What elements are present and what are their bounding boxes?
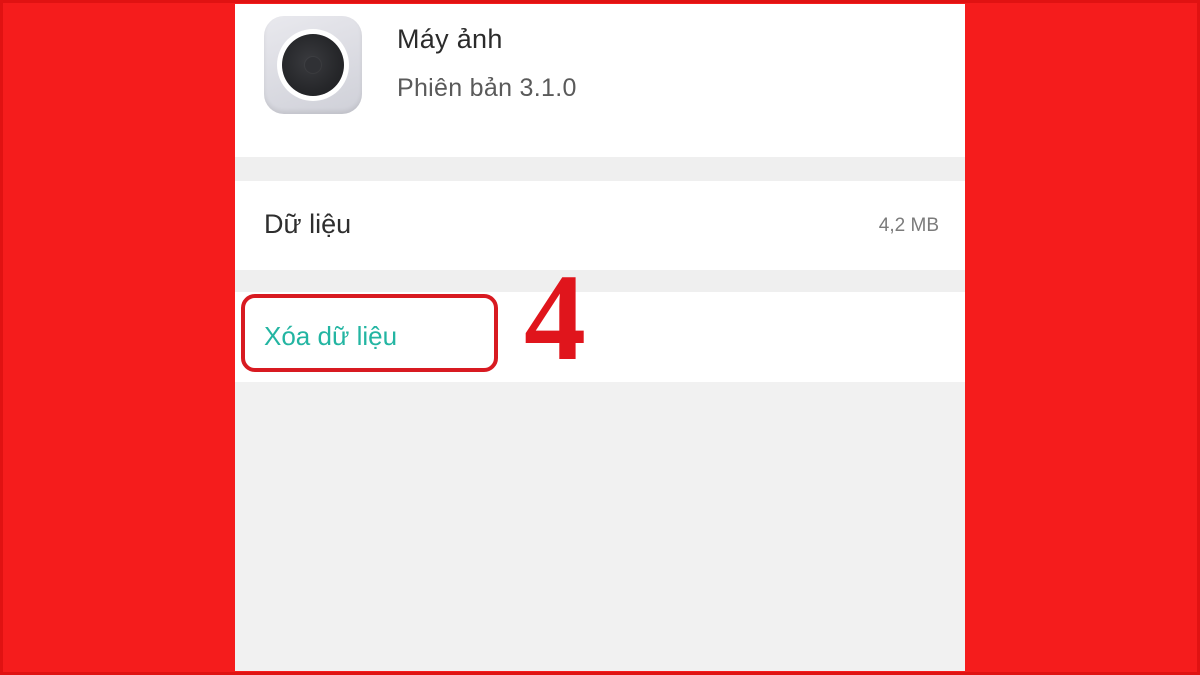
clear-data-button[interactable]: Xóa dữ liệu — [264, 321, 397, 352]
storage-data-size: 4,2 MB — [878, 215, 939, 236]
camera-lens-ring — [277, 29, 349, 101]
camera-lens — [282, 34, 344, 96]
app-name: Máy ảnh — [397, 24, 503, 54]
app-version: Phiên bản 3.1.0 — [397, 74, 577, 102]
storage-data-label: Dữ liệu — [264, 209, 352, 239]
phone-screen: Máy ảnh Phiên bản 3.1.0 Dữ liệu 4,2 MB X… — [235, 4, 965, 671]
camera-lens-center — [305, 57, 321, 73]
step-number-label: 4 — [524, 249, 586, 386]
section-divider — [235, 157, 965, 181]
section-divider — [235, 270, 965, 292]
clear-data-row: Xóa dữ liệu — [235, 292, 965, 382]
camera-icon — [264, 16, 362, 114]
app-info-header: Máy ảnh Phiên bản 3.1.0 — [235, 4, 965, 157]
storage-data-row: Dữ liệu 4,2 MB — [235, 181, 965, 270]
empty-area — [235, 382, 965, 671]
